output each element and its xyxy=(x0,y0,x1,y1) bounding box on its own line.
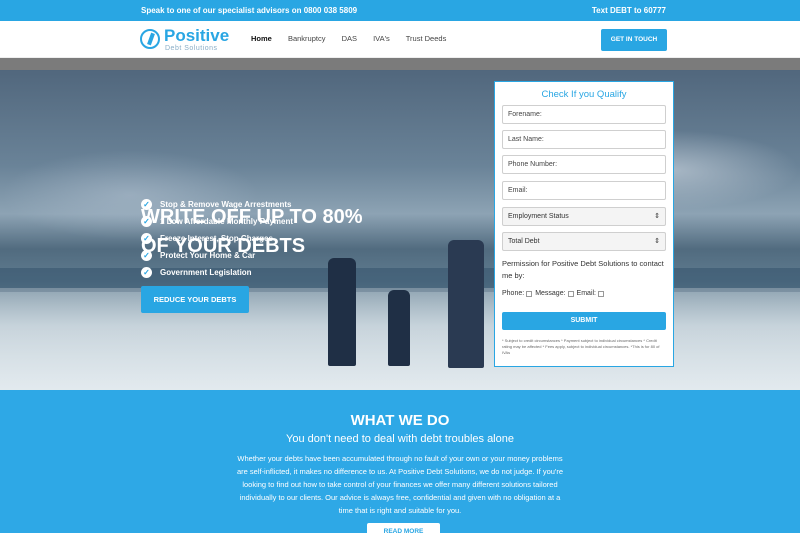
check-icon: ✓ xyxy=(141,267,152,278)
nav-item-das[interactable]: DAS xyxy=(342,34,357,43)
benefit-item: ✓ Government Legislation xyxy=(141,264,293,281)
nav-item-ivas[interactable]: IVA's xyxy=(373,34,390,43)
section-heading: WHAT WE DO xyxy=(350,412,450,429)
read-more-button[interactable]: READ MORE xyxy=(367,523,440,533)
phone-number-field[interactable]: Phone Number: xyxy=(502,155,666,174)
reduce-debts-button[interactable]: REDUCE YOUR DEBTS xyxy=(141,286,249,313)
check-icon: ✓ xyxy=(141,233,152,244)
header-divider xyxy=(0,58,800,70)
last-name-field[interactable]: Last Name: xyxy=(502,130,666,149)
pds-logo-icon xyxy=(140,29,160,49)
benefit-item: ✓ Protect Your Home & Car xyxy=(141,247,293,264)
benefit-label: Protect Your Home & Car xyxy=(160,251,256,260)
contact-options: Phone: Message: Email: xyxy=(502,290,607,297)
submit-button[interactable]: SUBMIT xyxy=(502,312,666,330)
nav-item-bankruptcy[interactable]: Bankruptcy xyxy=(288,34,326,43)
total-debt-value: Total Debt xyxy=(508,238,540,245)
benefit-label: Stop & Remove Wage Arrestments xyxy=(160,200,292,209)
site-logo[interactable]: Positive Debt Solutions xyxy=(140,26,240,53)
advisor-phone-text[interactable]: Speak to one of our specialist advisors … xyxy=(141,6,357,15)
check-icon: ✓ xyxy=(141,199,152,210)
benefit-item: ✓ Freeze Interest, Stop Charges xyxy=(141,230,293,247)
hero-figure-woman xyxy=(328,258,356,366)
nav-item-home[interactable]: Home xyxy=(251,34,272,43)
what-we-do-section: WHAT WE DO You don't need to deal with d… xyxy=(0,390,800,533)
select-arrows-icon: ⇕ xyxy=(654,238,660,245)
check-icon: ✓ xyxy=(141,216,152,227)
forename-field[interactable]: Forename: xyxy=(502,105,666,124)
benefits-list: ✓ Stop & Remove Wage Arrestments ✓ 1 Low A… xyxy=(141,196,293,281)
benefit-label: Government Legislation xyxy=(160,268,252,277)
employment-status-value: Employment Status xyxy=(508,213,569,220)
total-debt-select[interactable]: Total Debt ⇕ xyxy=(502,232,666,251)
nav-item-trust-deeds[interactable]: Trust Deeds xyxy=(406,34,447,43)
contact-message-label: Message: xyxy=(535,290,566,297)
text-debt-line: Text DEBT to 60777 xyxy=(591,6,666,15)
contact-permission-text: Permission for Positive Debt Solutions t… xyxy=(502,259,664,280)
email-checkbox[interactable] xyxy=(598,290,604,297)
email-field[interactable]: Email: xyxy=(502,181,666,200)
top-contact-bar: Speak to one of our specialist advisors … xyxy=(0,0,800,21)
employment-status-select[interactable]: Employment Status ⇕ xyxy=(502,207,666,226)
section-subheading: You don't need to deal with debt trouble… xyxy=(286,433,514,445)
main-navigation: Positive Debt Solutions Home Bankruptcy … xyxy=(0,21,800,58)
benefit-label: 1 Low Affordable Monthly Payment xyxy=(160,217,294,226)
select-arrows-icon: ⇕ xyxy=(654,213,660,220)
hero-banner: WRITE OFF UP TO 80% OF YOUR DEBTS xyxy=(0,70,800,390)
check-icon: ✓ xyxy=(141,250,152,261)
qualify-form: Check If you Qualify Forename: Last Name… xyxy=(494,81,674,367)
form-fine-print: * Subject to credit circumstances * Paym… xyxy=(502,338,660,355)
phone-checkbox[interactable] xyxy=(526,290,533,297)
logo-name: Positive xyxy=(164,26,230,45)
message-checkbox[interactable] xyxy=(567,290,574,297)
contact-email-label: Email: xyxy=(576,290,596,297)
nav-menu: Home Bankruptcy DAS IVA's Trust Deeds xyxy=(251,34,460,43)
benefit-label: Freeze Interest, Stop Charges xyxy=(160,234,273,243)
benefit-item: ✓ Stop & Remove Wage Arrestments xyxy=(141,196,293,213)
section-body: Whether your debts have been accumulated… xyxy=(236,454,564,515)
contact-phone-label: Phone: xyxy=(502,290,525,297)
form-title: Check If you Qualify xyxy=(541,89,627,100)
benefit-item: ✓ 1 Low Affordable Monthly Payment xyxy=(141,213,293,230)
hero-figure-child xyxy=(388,290,410,366)
logo-subtitle: Debt Solutions xyxy=(165,45,218,52)
get-in-touch-button[interactable]: GET IN TOUCH xyxy=(601,29,667,51)
